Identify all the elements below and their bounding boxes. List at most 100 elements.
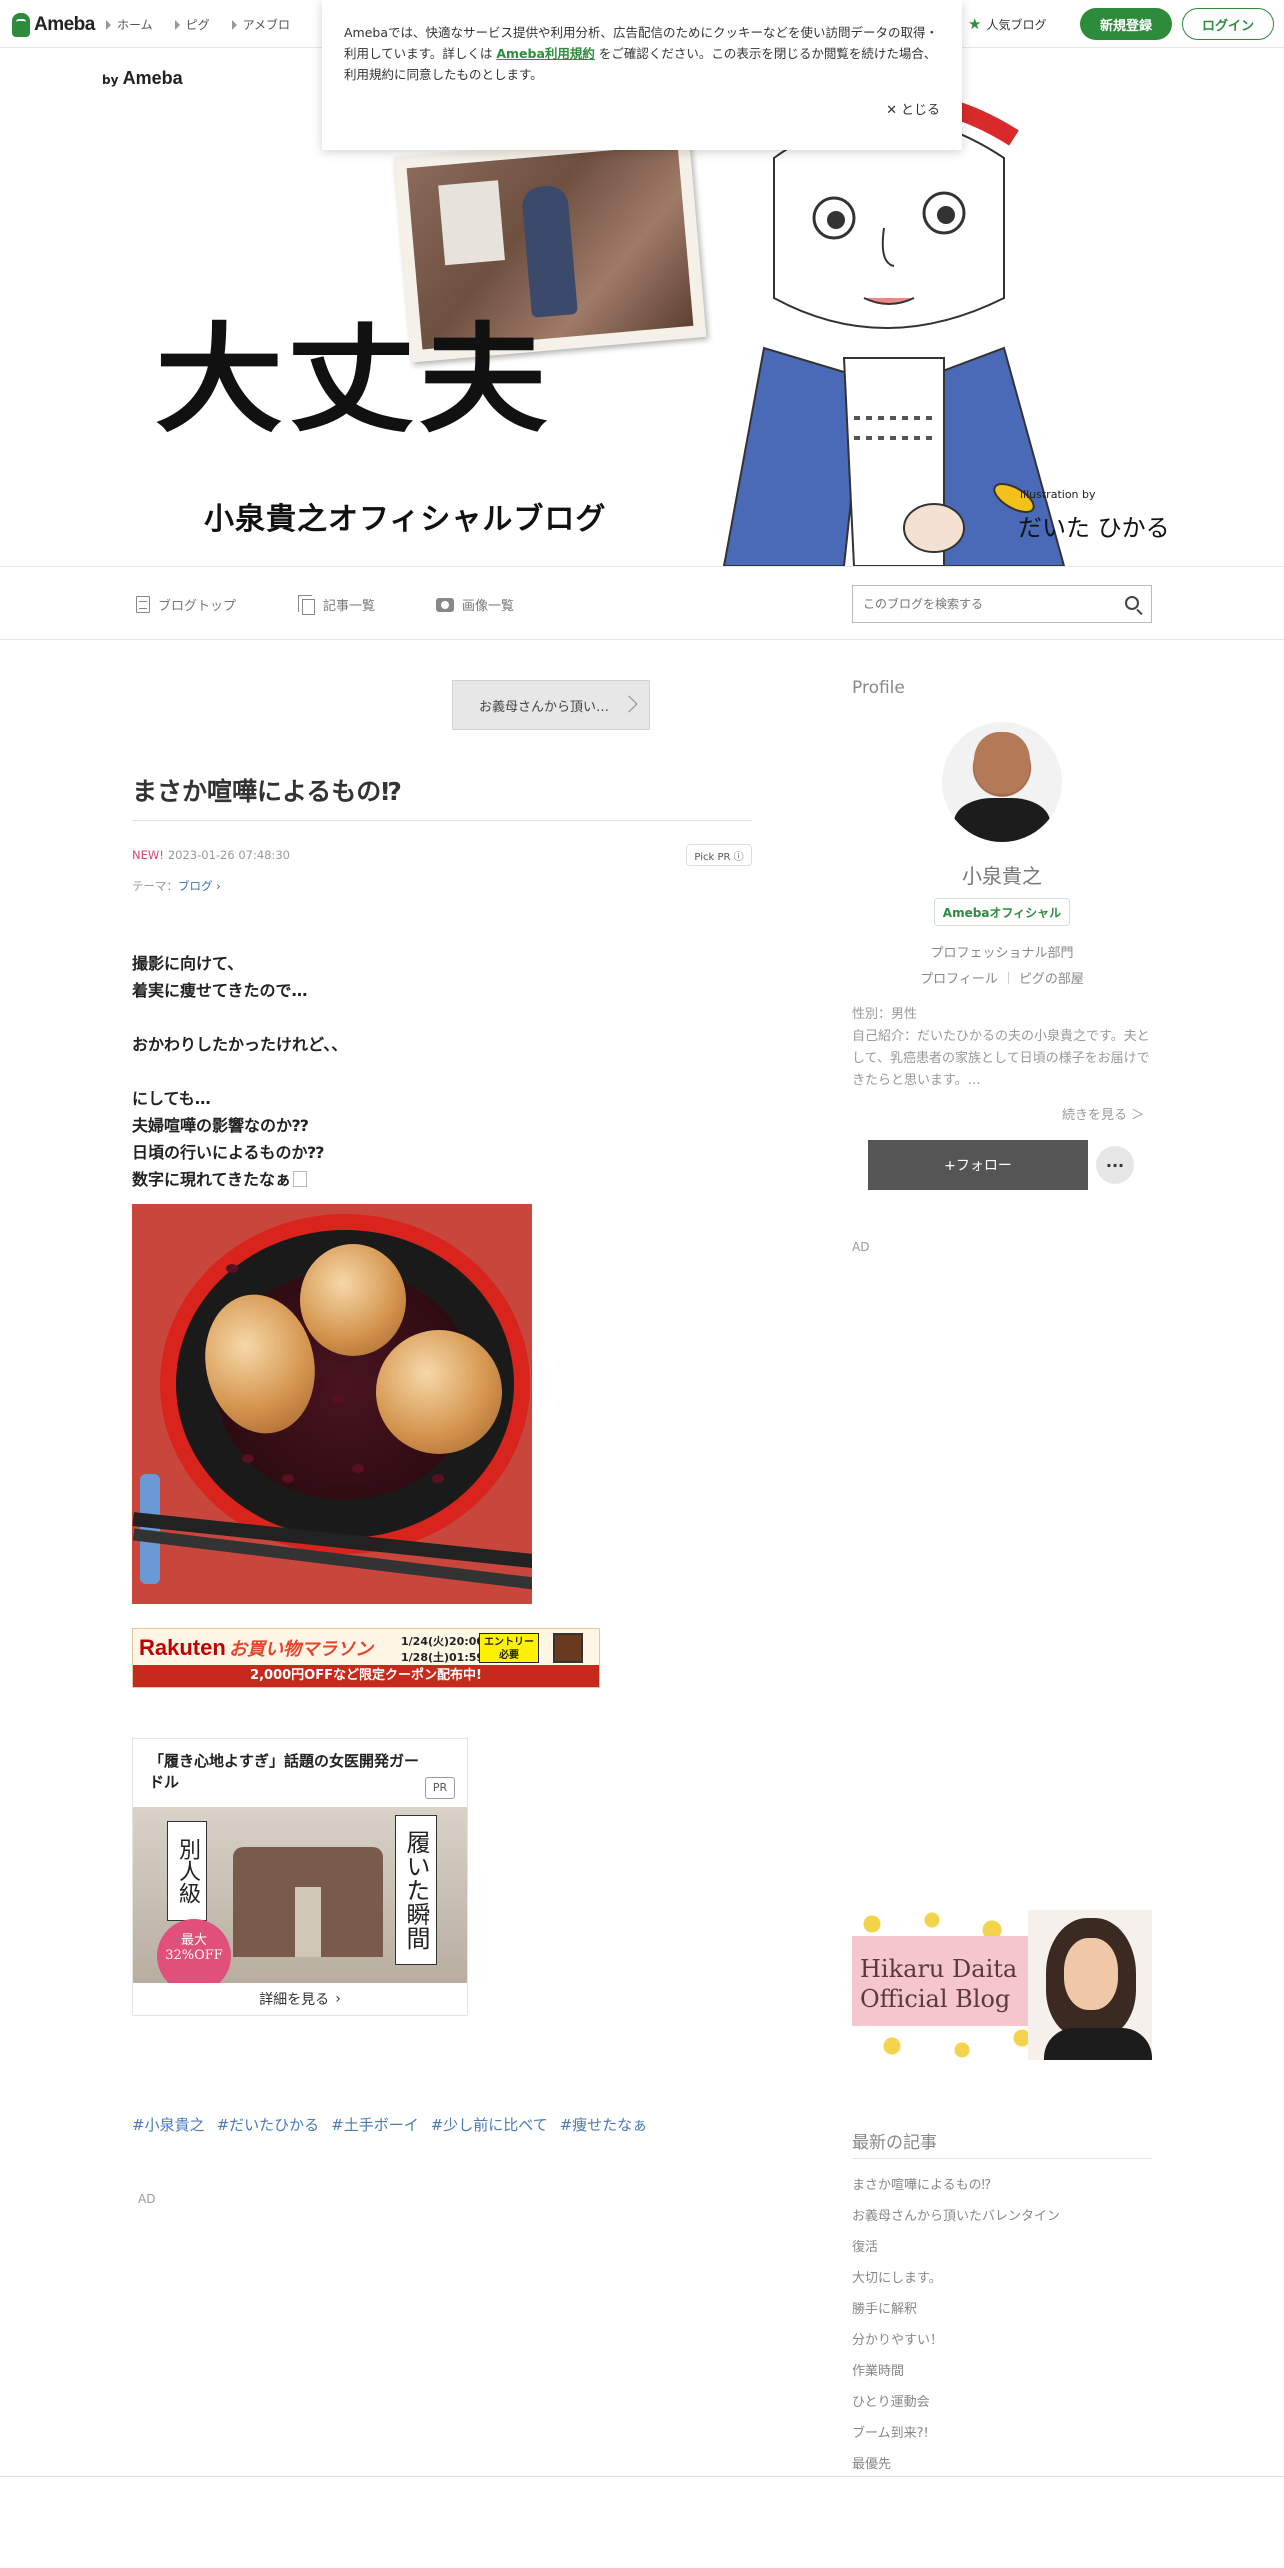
pr-ad-left-text: 別人級	[167, 1821, 207, 1921]
avatar[interactable]	[942, 722, 1062, 842]
body-line: 撮影に向けて、	[132, 954, 244, 973]
chevron-right-icon: ›	[212, 879, 221, 893]
recent-entry[interactable]: 作業時間	[852, 2356, 1060, 2387]
girdle-image	[233, 1847, 383, 1957]
nav-ameblo[interactable]: アメブロ	[231, 16, 290, 33]
follow-button[interactable]: +フォロー	[868, 1140, 1088, 1190]
profile-link[interactable]: プロフィール	[920, 972, 998, 987]
recent-entry[interactable]: 復活	[852, 2232, 1060, 2263]
pr-badge: PR	[425, 1777, 455, 1799]
rakuten-date-end: 1/28(土)01:59	[401, 1651, 485, 1664]
recent-entry[interactable]: 大切にします。	[852, 2263, 1060, 2294]
body-line	[132, 1058, 347, 1085]
profile-links: プロフィール ピグの部屋	[852, 968, 1152, 987]
profile-name[interactable]: 小泉貴之	[852, 860, 1152, 889]
blog-title: 大丈夫	[155, 311, 552, 449]
triangle-icon	[174, 19, 180, 30]
footer-divider	[0, 2476, 1284, 2477]
pig-room-link[interactable]: ピグの部屋	[1019, 972, 1084, 987]
divider	[1007, 972, 1009, 984]
pr-ad-image: 別人級 履いた瞬間 最大32%OFF	[133, 1807, 467, 1983]
popular-blogs-link[interactable]: ★ 人気ブログ	[968, 15, 1046, 33]
theme-label: テーマ：	[132, 879, 178, 893]
body-line: 夫婦喧嘩の影響なのか⁇	[132, 1116, 309, 1135]
register-button[interactable]: 新規登録	[1080, 8, 1172, 40]
rakuten-logo: Rakuten	[139, 1635, 226, 1660]
read-more-link[interactable]: 続きを見る ＞	[1062, 1104, 1144, 1123]
image-list-label: 画像一覧	[462, 599, 515, 614]
more-options-button[interactable]: ···	[1096, 1146, 1134, 1184]
recent-entry[interactable]: ひとり運動会	[852, 2387, 1060, 2418]
entry-list-label: 記事一覧	[323, 599, 376, 614]
entry-date: 2023-01-26 07:48:30	[167, 848, 290, 862]
recent-divider	[852, 2158, 1152, 2159]
ameba-logo[interactable]: Ameba	[12, 12, 95, 38]
rakuten-coupon-text: 2,000円OFFなど限定クーポン配布中!	[133, 1665, 599, 1687]
popular-blogs-label: 人気ブログ	[986, 17, 1047, 32]
pick-pr-button[interactable]: Pick PR ⓘ	[686, 844, 752, 866]
new-badge: NEW!	[132, 848, 164, 862]
pr-ad-discount: 最大32%OFF	[157, 1919, 231, 1983]
profile-department[interactable]: プロフェッショナル部門	[852, 942, 1152, 961]
body-line	[132, 1004, 347, 1031]
bean	[332, 1394, 344, 1403]
chocolate-box-icon	[553, 1633, 583, 1663]
recent-entry[interactable]: ブーム到来?!	[852, 2418, 1060, 2449]
by-prefix: by	[102, 73, 119, 87]
hashtag[interactable]: #少し前に比べて	[431, 2114, 548, 2135]
hashtag[interactable]: #痩せたなぁ	[560, 2114, 648, 2135]
close-icon: ✕	[886, 103, 897, 118]
recent-entry[interactable]: お義母さんから頂いたバレンタイン	[852, 2201, 1060, 2232]
sidebar-ad-label: AD	[852, 1240, 870, 1254]
nav-pig[interactable]: ピグ	[174, 16, 210, 33]
nav-home[interactable]: ホーム	[106, 16, 153, 33]
nav-home-label: ホーム	[117, 18, 153, 32]
official-badge: Amebaオフィシャル	[934, 898, 1070, 926]
rakuten-ad-banner[interactable]: Rakuten お買い物マラソン 1/24(火)20:00 1/28(土)01:…	[132, 1628, 600, 1688]
login-button[interactable]: ログイン	[1182, 8, 1274, 40]
ad-label: AD	[138, 2192, 156, 2206]
broken-image-icon	[293, 1171, 308, 1187]
blog-top-link[interactable]: ブログトップ	[136, 595, 236, 614]
entry-body: 撮影に向けて、 着実に痩せてきたので… おかわりしたかったけれど、、 にしても……	[132, 950, 347, 1193]
search-icon[interactable]	[1125, 596, 1139, 610]
hashtag[interactable]: #土手ボーイ	[331, 2114, 419, 2135]
hashtag[interactable]: #だいたひかる	[217, 2114, 320, 2135]
pr-ad-card[interactable]: 「履き心地よすぎ」話題の女医開発ガードル PR 別人級 履いた瞬間 最大32%O…	[132, 1738, 468, 2016]
by-brand: Ameba	[122, 68, 183, 88]
theme-link[interactable]: ブログ	[178, 879, 213, 893]
entry-list-link[interactable]: 記事一覧	[298, 594, 376, 615]
previous-entry-button[interactable]: お義母さんから頂い…	[452, 680, 650, 730]
profile-heading: Profile	[852, 678, 905, 698]
terms-link[interactable]: Ameba利用規約	[496, 46, 595, 61]
triangle-icon	[231, 19, 237, 30]
recent-entry[interactable]: まさか喧嘩によるもの⁉︎	[852, 2170, 1060, 2201]
hashtag[interactable]: #小泉貴之	[132, 2114, 205, 2135]
pr-ad-more-link[interactable]: 詳細を見る ›	[133, 1983, 467, 2015]
bean	[242, 1454, 254, 1463]
entry-theme: テーマ：ブログ ›	[132, 878, 221, 894]
camera-icon	[436, 597, 454, 612]
image-list-link[interactable]: 画像一覧	[436, 595, 514, 614]
chevron-right-icon: ›	[335, 1991, 341, 2007]
triangle-icon	[106, 19, 111, 30]
mochi	[300, 1244, 406, 1356]
recent-entry[interactable]: 勝手に解釈	[852, 2294, 1060, 2325]
cookie-close-button[interactable]: ✕ とじる	[886, 100, 940, 121]
previous-entry-label: お義母さんから頂い…	[479, 699, 610, 715]
entry-title[interactable]: まさか喧嘩によるもの⁉︎	[132, 772, 752, 808]
pr-ad-title: 「履き心地よすぎ」話題の女医開発ガードル	[149, 1752, 420, 1791]
ameba-mascot-icon	[12, 13, 30, 37]
bean	[282, 1474, 294, 1483]
entry-photo-zenzai[interactable]	[132, 1204, 532, 1604]
illustration-credit: illustration by	[1020, 488, 1096, 501]
recent-entries-heading: 最新の記事	[852, 2133, 937, 2153]
blog-search-input[interactable]	[853, 586, 1103, 622]
recent-entry[interactable]: 分かりやすい！	[852, 2325, 1060, 2356]
pr-ad-right-text: 履いた瞬間	[395, 1815, 437, 1965]
body-line: おかわりしたかったけれど、、	[132, 1035, 348, 1054]
rakuten-date-start: 1/24(火)20:00	[401, 1635, 485, 1648]
hikaru-daita-blog-banner[interactable]: Hikaru Daita Official Blog	[852, 1910, 1152, 2060]
blog-nav: ブログトップ 記事一覧 画像一覧	[0, 566, 1284, 640]
chevron-right-icon	[620, 695, 638, 713]
